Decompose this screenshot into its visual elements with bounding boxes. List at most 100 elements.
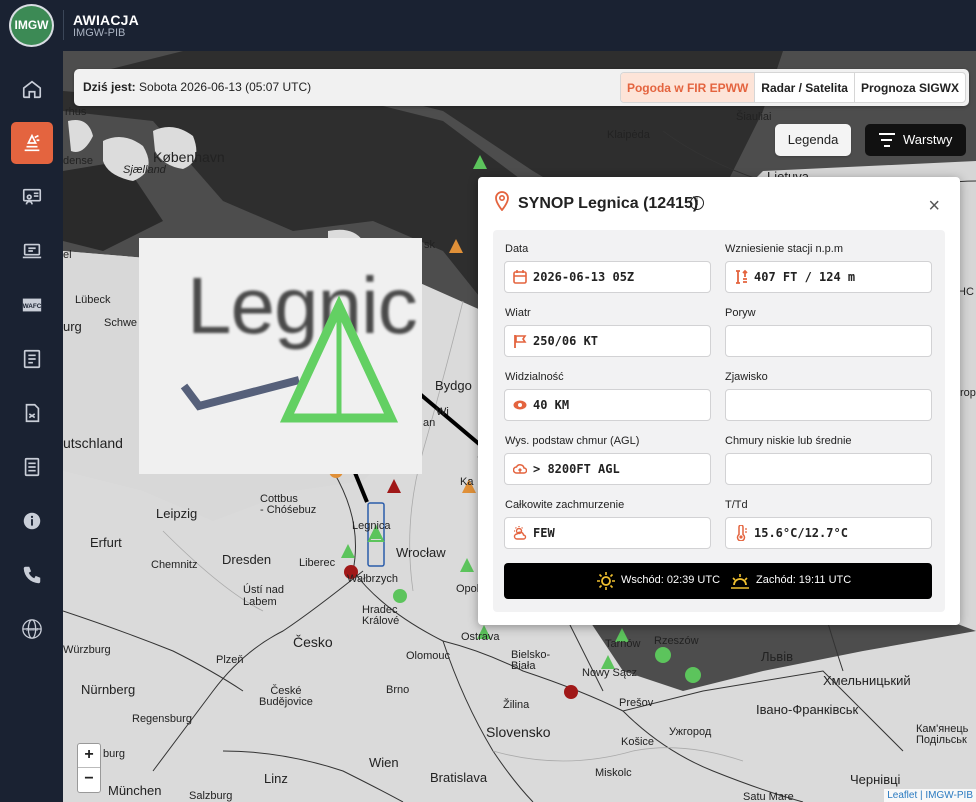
zoom-out-button[interactable]: − [78,768,100,792]
map-label: el [63,249,72,261]
sidebar-item-swim[interactable]: SWIM [11,608,53,650]
date-value: Sobota 2026-06-13 (05:07 UTC) [139,80,312,94]
sidebar-item-contact[interactable] [11,554,53,596]
sidebar-item-weather[interactable] [11,122,53,164]
map-label: Olomouc [406,650,451,662]
map-label: Regensburg [132,713,192,725]
popup-title: SYNOP Legnica (12415) [518,195,699,212]
data-field: 2026-06-13 05Z [504,261,711,293]
map-label: Tarnów [605,638,641,650]
tab-sigwx[interactable]: Prognoza SIGWX [853,73,965,102]
map-label: Bratislava [430,770,488,785]
tab-weather-fir[interactable]: Pogoda w FIR EPWW [620,73,755,102]
imgw-logo[interactable]: IMGW [9,4,54,47]
laptop-icon [22,243,42,259]
sidebar-item-monitor[interactable] [11,230,53,272]
map-label: Legnica [352,520,391,532]
map-label: utschland [63,435,123,451]
map-label: Bydgo [435,378,472,393]
calendar-icon [513,270,527,284]
map-label: burg [103,748,126,760]
map-label: an [423,417,436,429]
elevation-value: 407 FT / 124 m [754,270,856,284]
windsock-icon [514,335,527,348]
station-marker[interactable] [655,647,671,663]
map-label: sk [424,239,435,251]
field-label-wind: Wiatr [505,307,531,319]
map-label: Nürnberg [81,682,136,697]
map-label: Івано-Франківськ [756,702,859,717]
phone-icon [23,566,41,584]
station-marker[interactable] [685,667,701,683]
map-label: Hradec Králové [362,604,400,627]
cloud-base-field: > 8200FT AGL [504,453,711,485]
sun-times-bar: Wschód: 02:39 UTC Zachód: 19:11 UTC [504,563,932,599]
zoom-in-button[interactable]: + [78,744,100,768]
synop-panel: Data 2026-06-13 05Z Wzniesienie stacji n… [493,230,945,612]
sidebar-item-briefing[interactable] [11,176,53,218]
location-pin-icon [495,191,509,211]
sidebar-item-home[interactable] [11,68,53,110]
map-label: Plzeň [216,654,244,666]
map-label: Česko [293,634,333,650]
map-label: Nowy Sącz [582,667,638,679]
map-label: Schwe [104,317,138,329]
sidebar-item-documents[interactable] [11,392,53,434]
magnified-inset: Legnic [139,238,422,474]
sidebar-item-notices[interactable] [11,338,53,380]
list-icon [24,457,40,477]
field-label-ttd: T/Td [725,499,748,511]
map-label: Linz [264,771,288,786]
station-marker[interactable] [564,685,578,699]
weather-warning-icon [24,133,40,152]
map-label: Cottbus - Chóśebuz [260,493,317,516]
map-label: Satu Mare [743,791,794,802]
map-label: rhus [65,106,87,118]
map-label: HC [958,286,974,298]
map-label: Wrocław [396,545,446,560]
legend-button[interactable]: Legenda [775,124,851,156]
map-attribution[interactable]: Leaflet | IMGW-PIB [884,789,976,802]
map-label: Львів [761,649,794,664]
tab-radar-satellite[interactable]: Radar / Satelita [754,73,854,102]
map-label: urg [63,319,82,334]
map-label: Bielsko- Biała [511,649,551,672]
map-label: Chemnitz [151,559,198,571]
wind-barb-icon [180,376,301,411]
map-label: Slovensko [486,724,551,740]
sidebar-item-wafc[interactable]: WAFC [11,284,53,326]
map-label: Leipzig [156,506,198,521]
map-label: Lübeck [75,294,111,306]
map-label: Ostrava [461,631,500,643]
gust-field [725,325,932,357]
view-tabs: Pogoda w FIR EPWW Radar / Satelita Progn… [619,72,966,103]
close-icon[interactable]: × [928,195,940,218]
sunset-icon [731,574,749,589]
station-popup: SYNOP Legnica (12415) i × Data 2026-06-1… [478,177,960,625]
cloud-base-value: > 8200FT AGL [533,462,620,476]
map-label: Ústí nad Labem [243,584,284,608]
map-label: Žilina [503,699,530,711]
date-label: Dziś jest: [83,80,136,94]
map-label: Erfurt [90,535,122,550]
sun-cloud-icon [513,526,527,540]
map-label: Miskolc [595,767,632,779]
sidebar-item-info[interactable] [11,500,53,542]
app-subtitle: IMGW-PIB [73,27,126,39]
map-label: Dresden [222,552,272,567]
swim-globe-icon: SWIM [22,619,42,639]
station-marker[interactable] [393,589,407,603]
map-label: Wi [436,406,449,418]
map-label: Хмельницький [823,673,911,688]
info-icon[interactable]: i [690,196,704,210]
elevation-icon [736,269,748,284]
sidebar-item-lists[interactable] [11,446,53,488]
layers-label: Warstwy [903,132,953,147]
cloud-upload-icon [513,464,527,474]
map-label: rop [960,387,976,399]
map-label: Wałbrzych [347,573,398,585]
elevation-field: 407 FT / 124 m [725,261,932,293]
wafc-icon: WAFC [23,298,42,312]
layers-button[interactable]: Warstwy [865,124,966,156]
total-cloud-value: FEW [533,526,555,540]
